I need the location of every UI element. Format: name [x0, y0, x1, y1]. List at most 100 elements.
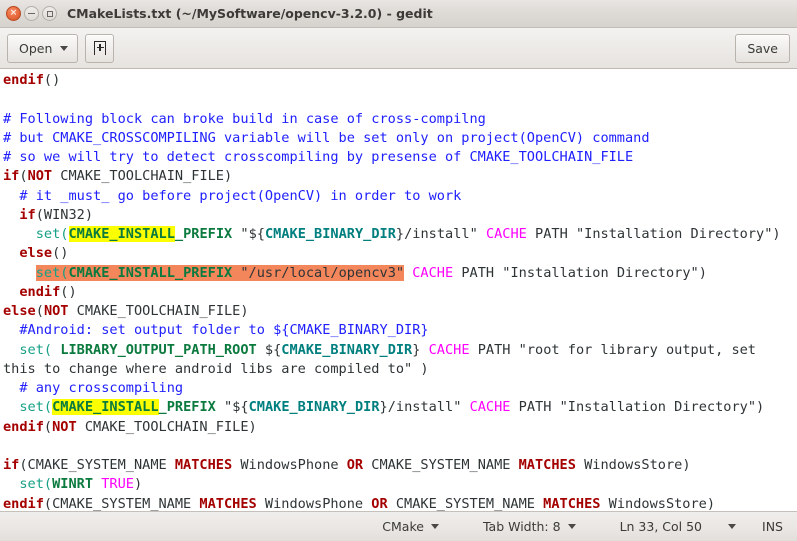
code-token: WindowsStore)	[600, 495, 716, 512]
code-token: endif	[3, 495, 44, 512]
code-token: # Following block can broke build in cas…	[3, 110, 486, 127]
code-token: CMAKE_TOOLCHAIN_FILE)	[52, 168, 233, 185]
minimize-icon	[28, 13, 35, 14]
code-token: (	[43, 418, 53, 435]
maximize-button[interactable]	[42, 6, 57, 21]
open-button[interactable]: Open	[7, 33, 79, 63]
code-line[interactable]: set(CMAKE_INSTALL_PREFIX "/usr/local/ope…	[3, 264, 795, 283]
code-token: (CMAKE_SYSTEM_NAME	[19, 457, 175, 473]
chevron-down-icon	[567, 524, 576, 529]
code-token: )	[133, 476, 143, 493]
code-token: ()	[52, 245, 69, 262]
status-bar: CMake Tab Width: 8 Ln 33, Col 50 INS	[0, 511, 797, 541]
code-line[interactable]: # it _must_ go before project(OpenCV) in…	[3, 187, 795, 206]
code-token: CACHE	[412, 264, 454, 281]
code-token: if	[3, 168, 20, 185]
code-token: CACHE	[485, 226, 527, 242]
code-token: WINRT	[52, 476, 94, 493]
minimize-button[interactable]	[24, 6, 39, 21]
code-line[interactable]: endif()	[3, 71, 795, 90]
code-token: (	[35, 303, 44, 319]
code-line[interactable]	[3, 437, 795, 456]
save-button[interactable]: Save	[735, 33, 790, 63]
code-line[interactable]: if(WIN32)	[3, 206, 795, 225]
code-token: # but CMAKE_CROSSCOMPILING variable will…	[3, 129, 650, 146]
code-token: _PREFIX	[158, 399, 216, 416]
code-token: LIBRARY_OUTPUT_PATH_ROOT	[60, 341, 257, 358]
code-token: endif	[3, 418, 44, 435]
maximize-icon	[46, 10, 53, 17]
code-line[interactable]: # but CMAKE_CROSSCOMPILING variable will…	[3, 129, 795, 148]
gedit-window: × CMakeLists.txt (~/MySoftware/opencv-3.…	[0, 0, 797, 541]
new-document-button[interactable]	[85, 33, 115, 63]
code-line[interactable]: endif(NOT CMAKE_TOOLCHAIN_FILE)	[3, 418, 795, 437]
code-token: CMAKE_INSTALL_PREFIX	[68, 264, 233, 281]
window-title: CMakeLists.txt (~/MySoftware/opencv-3.2.…	[67, 6, 433, 21]
code-line[interactable]: # any crosscompiling	[3, 379, 795, 398]
source-code[interactable]: endif() # Following block can broke buil…	[1, 71, 797, 511]
language-label: CMake	[382, 519, 424, 534]
code-token: CACHE	[428, 341, 470, 358]
code-token: CMAKE_INSTALL	[52, 399, 159, 416]
code-token: MATCHES	[174, 457, 233, 473]
insert-mode-indicator: INS	[762, 519, 783, 534]
code-line[interactable]: set( LIBRARY_OUTPUT_PATH_ROOT ${CMAKE_BI…	[3, 341, 795, 380]
code-line[interactable]: set(CMAKE_INSTALL_PREFIX "${CMAKE_BINARY…	[3, 398, 795, 417]
close-icon: ×	[9, 8, 18, 18]
code-token: NOT	[27, 168, 53, 185]
code-token: CMAKE_TOOLCHAIN_FILE)	[68, 303, 249, 319]
code-token: MATCHES	[518, 457, 576, 473]
code-line[interactable]: # Following block can broke build in cas…	[3, 110, 795, 129]
code-token: MATCHES	[199, 495, 257, 512]
code-token: endif	[3, 72, 44, 88]
code-token: OR	[371, 495, 388, 512]
code-line[interactable]: endif()	[3, 283, 795, 302]
code-token: set(	[35, 226, 69, 242]
code-token: endif	[19, 283, 61, 300]
code-line[interactable]	[3, 90, 795, 109]
code-token: ()	[43, 72, 61, 88]
insert-mode-label: INS	[762, 519, 783, 534]
code-line[interactable]: # so we will try to detect crosscompilin…	[3, 148, 795, 167]
text-editor-area[interactable]: endif() # Following block can broke buil…	[0, 69, 797, 511]
code-token: "/usr/local/opencv3"	[240, 264, 405, 281]
tab-width-selector[interactable]: Tab Width: 8	[483, 519, 576, 534]
code-line[interactable]: if(CMAKE_SYSTEM_NAME MATCHES WindowsPhon…	[3, 456, 795, 475]
code-token: WindowsPhone	[232, 457, 347, 473]
code-token: CACHE	[469, 399, 511, 416]
cursor-position: Ln 33, Col 50	[620, 519, 702, 534]
new-document-icon	[93, 40, 107, 56]
code-token: else	[19, 245, 53, 262]
code-token: set(	[35, 264, 69, 281]
tab-width-label: Tab Width: 8	[482, 519, 561, 534]
code-token: # so we will try to detect crosscompilin…	[3, 149, 634, 165]
code-token: CMAKE_SYSTEM_NAME	[387, 495, 544, 512]
title-bar: × CMakeLists.txt (~/MySoftware/opencv-3.…	[0, 0, 797, 28]
close-button[interactable]: ×	[6, 6, 21, 21]
code-token: # it _must_ go before project(OpenCV) in…	[3, 187, 462, 204]
code-line[interactable]: if(NOT CMAKE_TOOLCHAIN_FILE)	[3, 167, 795, 186]
language-selector[interactable]: CMake	[382, 519, 439, 534]
code-line[interactable]: else(NOT CMAKE_TOOLCHAIN_FILE)	[3, 302, 795, 321]
cursor-position-menu[interactable]	[728, 524, 737, 529]
code-line[interactable]: #Android: set output folder to ${CMAKE_B…	[3, 321, 795, 340]
code-token: #Android: set output folder to ${CMAKE_B…	[3, 322, 429, 339]
code-token: CMAKE_BINARY_DIR	[281, 341, 413, 358]
code-line[interactable]: else()	[3, 244, 795, 263]
code-token: }/install"	[395, 226, 486, 242]
code-line[interactable]: set(WINRT TRUE)	[3, 475, 795, 494]
code-line[interactable]: endif(CMAKE_SYSTEM_NAME MATCHES WindowsP…	[3, 495, 795, 512]
code-token: set(	[19, 476, 53, 493]
code-line[interactable]: set(CMAKE_INSTALL_PREFIX "${CMAKE_BINARY…	[3, 225, 795, 244]
code-token: (CMAKE_SYSTEM_NAME	[43, 495, 200, 512]
code-token: }/install"	[379, 399, 470, 416]
code-token: WindowsPhone	[256, 495, 372, 512]
code-token: TRUE	[101, 476, 134, 493]
code-token: set(	[19, 341, 53, 358]
